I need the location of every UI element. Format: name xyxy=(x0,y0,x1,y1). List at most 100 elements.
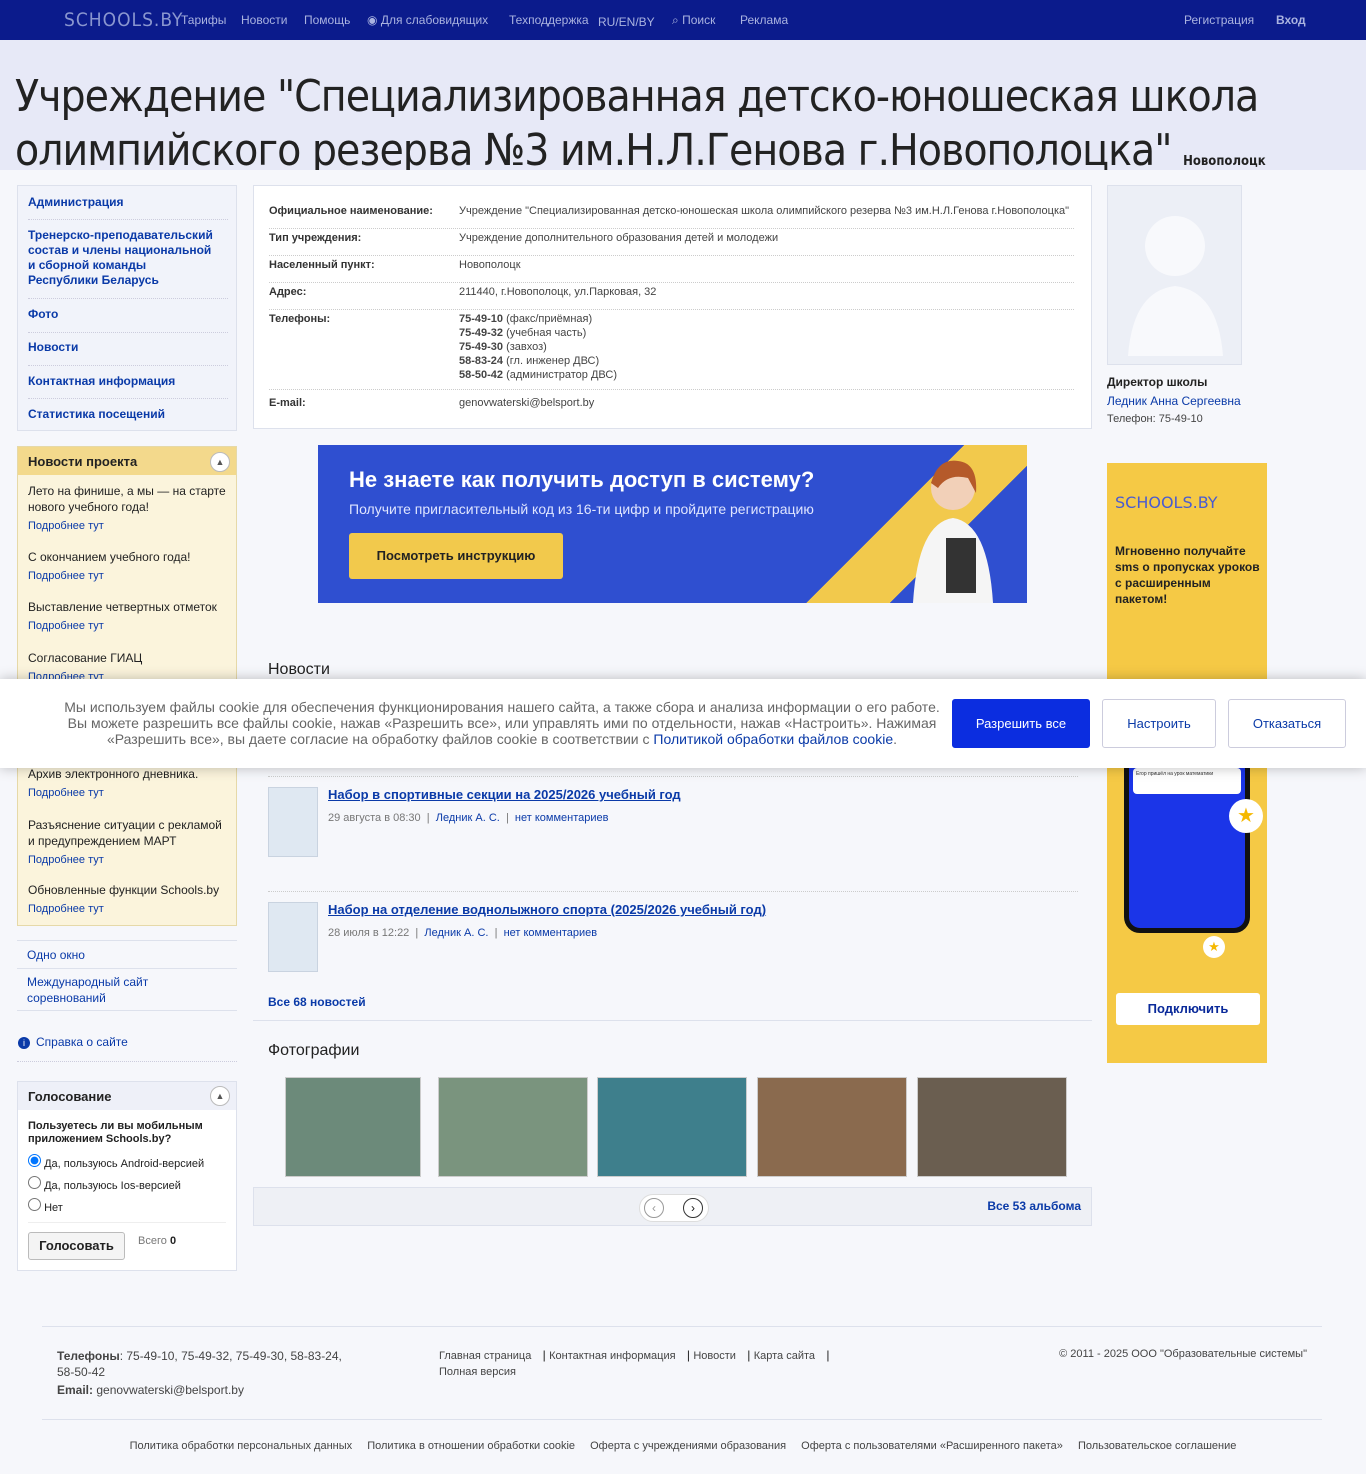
all-news-link[interactable]: Все 68 новостей xyxy=(268,995,366,1009)
news-title: Новости xyxy=(268,661,330,678)
site-logo[interactable]: SCHOOLS.BY xyxy=(64,9,183,31)
nav-support[interactable]: Техподдержка xyxy=(509,13,589,27)
top-navbar: SCHOOLS.BY Тарифы Новости Помощь ◉ Для с… xyxy=(0,0,1366,40)
read-more-link[interactable]: Подробнее тут xyxy=(28,852,228,868)
news-author-link[interactable]: Ледник А. С. xyxy=(436,812,500,824)
info-row: E-mail: genovwaterski@belsport.by xyxy=(269,396,1074,416)
legal-link-privacy[interactable]: Политика обработки персональных данных xyxy=(130,1440,353,1452)
access-banner[interactable]: Не знаете как получить доступ в систему?… xyxy=(318,445,1027,603)
phone-number: 75-49-10 xyxy=(459,313,504,325)
ad-phone-notification: Егор пришёл на урок математики xyxy=(1133,768,1241,794)
register-link[interactable]: Регистрация xyxy=(1184,13,1254,27)
allow-all-button[interactable]: Разрешить все xyxy=(952,699,1090,748)
news-thumbnail[interactable] xyxy=(268,787,318,857)
nav-news[interactable]: Новости xyxy=(241,13,287,27)
news-comments-link[interactable]: нет комментариев xyxy=(515,812,609,824)
nav-visually-impaired[interactable]: ◉ Для слабовидящих xyxy=(367,13,488,27)
login-link[interactable]: Вход xyxy=(1276,13,1306,27)
director-name-link[interactable]: Ледник Анна Сергеевна xyxy=(1107,394,1337,408)
read-more-link[interactable]: Подробнее тут xyxy=(28,518,228,534)
chevron-left-icon[interactable]: ‹ xyxy=(644,1198,664,1218)
info-key: Официальное наименование: xyxy=(269,205,433,217)
read-more-link[interactable]: Подробнее тут xyxy=(28,568,228,584)
divider xyxy=(253,1020,1092,1021)
nav-tariffs[interactable]: Тарифы xyxy=(181,13,226,27)
news-date: 28 июля в 12:22 xyxy=(328,927,410,939)
legal-link-offer-users[interactable]: Оферта с пользователями «Расширенного па… xyxy=(801,1440,1063,1452)
poll-radio[interactable] xyxy=(28,1198,41,1211)
news-author-link[interactable]: Ледник А. С. xyxy=(424,927,488,939)
photo-thumbnail[interactable] xyxy=(757,1077,907,1177)
poll-option[interactable]: Нет xyxy=(28,1198,63,1214)
footer-link-news[interactable]: Новости xyxy=(693,1350,736,1362)
read-more-link[interactable]: Подробнее тут xyxy=(28,785,228,801)
news-item-title[interactable]: Набор на отделение воднолыжного спорта (… xyxy=(328,902,766,917)
all-albums-link[interactable]: Все 53 альбома xyxy=(987,1199,1081,1213)
instruction-button[interactable]: Посмотреть инструкцию xyxy=(349,533,563,579)
star-icon: ★ xyxy=(1229,799,1263,833)
info-row: Населенный пункт: Новополоцк xyxy=(269,258,1074,283)
poll-option[interactable]: Да, пользуюсь Android-версией xyxy=(28,1154,204,1170)
photo-thumbnail[interactable] xyxy=(285,1077,421,1177)
legal-link-agreement[interactable]: Пользовательское соглашение xyxy=(1078,1440,1236,1452)
configure-button[interactable]: Настроить xyxy=(1102,699,1216,748)
director-card: Директор школы Ледник Анна Сергеевна Тел… xyxy=(1107,185,1337,425)
footer-link-contacts[interactable]: Контактная информация xyxy=(549,1350,675,1362)
news-comments-link[interactable]: нет комментариев xyxy=(504,927,598,939)
footer-phones-label: Телефоны xyxy=(57,1349,120,1363)
photo-thumbnail[interactable] xyxy=(438,1077,588,1177)
poll-option-label: Да, пользуюсь Ios-версией xyxy=(44,1180,181,1192)
menu-coaches[interactable]: Тренерско-преподавательский состав и чле… xyxy=(28,228,218,288)
photo-thumbnail[interactable] xyxy=(917,1077,1067,1177)
one-window-link[interactable]: Одно окно xyxy=(27,948,85,962)
menu-administration[interactable]: Администрация xyxy=(28,195,218,210)
news-thumbnail[interactable] xyxy=(268,902,318,972)
language-switch[interactable]: RU/EN/BY xyxy=(598,15,655,29)
collapse-icon[interactable]: ▲ xyxy=(210,452,230,472)
info-value: Учреждение "Специализированная детско-юн… xyxy=(459,205,1070,217)
menu-news[interactable]: Новости xyxy=(28,340,218,355)
legal-link-offer-schools[interactable]: Оферта с учреждениями образования xyxy=(590,1440,786,1452)
info-value: Новополоцк xyxy=(459,259,521,271)
menu-divider xyxy=(28,398,228,399)
divider xyxy=(28,1222,226,1223)
footer-link-sitemap[interactable]: Карта сайта xyxy=(754,1350,815,1362)
nav-search[interactable]: ⌕ Поиск xyxy=(672,13,715,28)
phone-illustration: Егор пришёл на урок математики xyxy=(1124,753,1250,933)
info-key: Населенный пункт: xyxy=(269,259,375,271)
read-more-link[interactable]: Подробнее тут xyxy=(28,618,228,634)
site-help-link[interactable]: Справка о сайте xyxy=(36,1035,128,1049)
menu-contacts[interactable]: Контактная информация xyxy=(28,374,218,389)
connect-button[interactable]: Подключить xyxy=(1116,993,1260,1025)
email-link[interactable]: genovwaterski@belsport.by xyxy=(459,396,594,410)
news-item-title[interactable]: Набор в спортивные секции на 2025/2026 у… xyxy=(328,787,681,802)
phone-number: 75-49-30 xyxy=(459,341,504,353)
poll-radio[interactable] xyxy=(28,1154,41,1167)
legal-link-cookie[interactable]: Политика в отношении обработки cookie xyxy=(367,1440,575,1452)
photo-thumbnail[interactable] xyxy=(597,1077,747,1177)
nav-help[interactable]: Помощь xyxy=(304,13,350,27)
menu-divider xyxy=(28,332,228,333)
poll-option[interactable]: Да, пользуюсь Ios-версией xyxy=(28,1176,181,1192)
search-icon: ⌕ xyxy=(672,13,679,27)
chevron-right-icon[interactable]: › xyxy=(683,1198,703,1218)
intl-competitions-link[interactable]: Международный сайт соревнований xyxy=(27,974,207,1006)
nav-ads[interactable]: Реклама xyxy=(740,13,788,27)
school-info-table: Официальное наименование: Учреждение "Спе… xyxy=(253,185,1092,429)
phone-line: 75-49-32 (учебная часть) xyxy=(459,326,617,340)
page-header: Учреждение "Специализированная детско-юн… xyxy=(0,40,1366,170)
cookie-policy-link[interactable]: Политикой обработки файлов cookie xyxy=(653,731,893,747)
collapse-icon[interactable]: ▲ xyxy=(210,1086,230,1106)
phone-line: 75-49-30 (завхоз) xyxy=(459,340,617,354)
poll-title: Голосование xyxy=(18,1082,236,1110)
footer-link-full-version[interactable]: Полная версия xyxy=(439,1366,516,1378)
decline-button[interactable]: Отказаться xyxy=(1228,699,1346,748)
footer-link-home[interactable]: Главная страница xyxy=(439,1350,531,1362)
poll-radio[interactable] xyxy=(28,1176,41,1189)
menu-statistics[interactable]: Статистика посещений xyxy=(28,407,218,422)
vote-button[interactable]: Голосовать xyxy=(28,1232,125,1260)
menu-photo[interactable]: Фото xyxy=(28,307,218,322)
read-more-link[interactable]: Подробнее тут xyxy=(28,901,228,917)
project-news-item: Разъяснение ситуации с рекламой и предуп… xyxy=(28,817,228,868)
phones-list: 75-49-10 (факс/приёмная) 75-49-32 (учебн… xyxy=(459,312,617,382)
